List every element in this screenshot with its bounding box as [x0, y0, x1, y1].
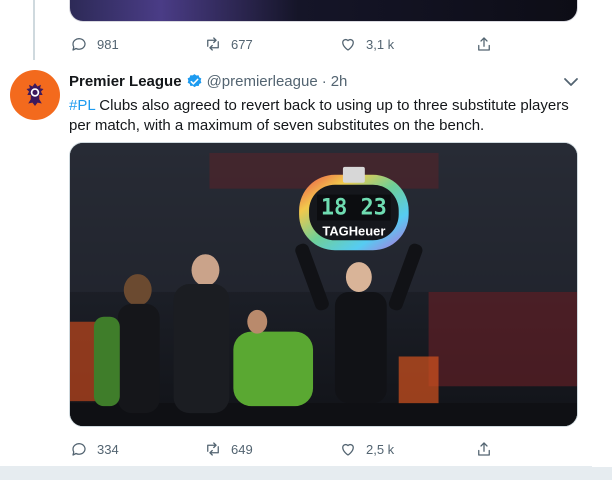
- premier-league-lion-logo: [19, 79, 51, 111]
- retweet-button[interactable]: 649: [204, 440, 253, 458]
- thread-connector-line: [33, 0, 35, 60]
- reply-button[interactable]: 334: [70, 440, 119, 458]
- board-brand: TAGHeuer: [322, 223, 385, 238]
- tweet-timestamp[interactable]: 2h: [331, 73, 348, 90]
- like-count: 2,5 k: [366, 441, 395, 457]
- reply-icon: [72, 38, 86, 51]
- retweet-count: 649: [231, 441, 253, 457]
- reply-icon: [72, 443, 86, 456]
- prev-retweet-button[interactable]: 677: [204, 35, 253, 53]
- retweet-icon: [207, 37, 219, 51]
- prev-share-button[interactable]: [475, 35, 493, 53]
- prev-reply-button[interactable]: 981: [70, 35, 119, 53]
- chevron-down-icon[interactable]: [562, 74, 580, 90]
- verified-badge-icon: [187, 74, 201, 88]
- tweet-body-text: Clubs also agreed to revert back to usin…: [69, 97, 569, 134]
- share-icon: [478, 442, 490, 456]
- avatar[interactable]: [10, 70, 60, 120]
- tweet-photo[interactable]: 18 23 TAGHeuer: [69, 142, 578, 427]
- author-handle[interactable]: @premierleague: [207, 73, 318, 90]
- tweet-header: Premier League @premierleague · 2h: [69, 73, 347, 90]
- reply-count: 334: [97, 441, 119, 457]
- board-numbers: 18 23: [321, 196, 387, 221]
- prev-reply-count: 981: [97, 36, 119, 52]
- prev-retweet-count: 677: [231, 36, 253, 52]
- tweet-text: #PL Clubs also agreed to revert back to …: [69, 96, 584, 136]
- scroll-gutter: [593, 0, 612, 467]
- heart-icon: [342, 443, 354, 456]
- heart-icon: [342, 38, 354, 51]
- author-name[interactable]: Premier League: [69, 73, 182, 90]
- like-button[interactable]: 2,5 k: [339, 440, 394, 458]
- share-button[interactable]: [475, 440, 493, 458]
- prev-like-button[interactable]: 3,1 k: [339, 35, 394, 53]
- share-icon: [478, 37, 490, 51]
- hashtag-link[interactable]: #PL: [69, 97, 95, 114]
- header-separator: ·: [321, 73, 327, 90]
- stadium-photo-illustration: 18 23 TAGHeuer: [70, 143, 577, 426]
- previous-tweet-media[interactable]: [69, 0, 578, 22]
- prev-like-count: 3,1 k: [366, 36, 395, 52]
- retweet-icon: [207, 442, 219, 456]
- feed-background-strip: [0, 467, 612, 480]
